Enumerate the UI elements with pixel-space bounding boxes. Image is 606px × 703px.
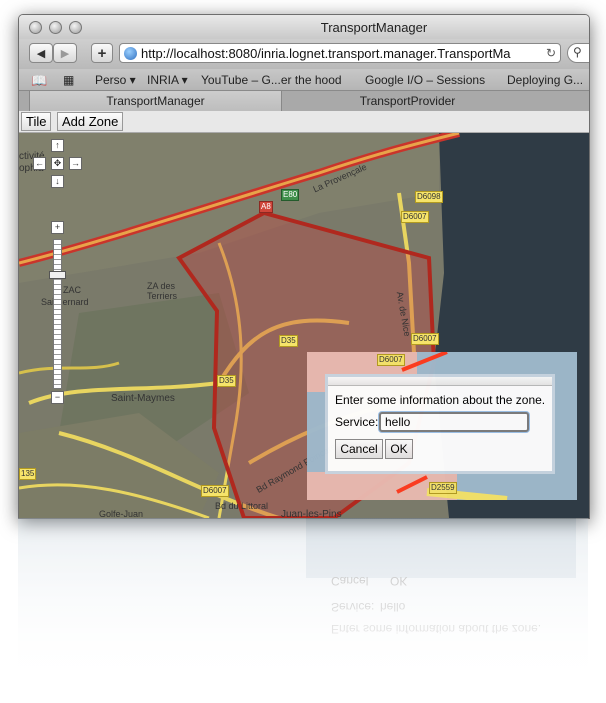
cancel-button[interactable]: Cancel <box>335 439 383 459</box>
forward-arrow-icon: ▶ <box>60 47 70 60</box>
search-field[interactable]: ⚲ <box>567 43 589 63</box>
pan-right-button[interactable]: → <box>69 157 82 170</box>
grid-icon[interactable]: ▦ <box>63 73 74 87</box>
road-d135: 135 <box>19 468 37 480</box>
map-label-golfe-juan: Golfe-Juan <box>99 509 144 518</box>
bookmarks-bar: 📖 ▦ Perso ▾ INRIA ▾ YouTube – G...er the… <box>19 69 589 91</box>
service-label: Service: <box>335 415 379 429</box>
zone-info-dialog: Enter some information about the zone. S… <box>325 374 555 474</box>
road-d6098: D6098 <box>415 191 443 203</box>
bookmark-perso[interactable]: Perso ▾ <box>95 73 136 87</box>
app-toolbar: Tile Add Zone <box>19 111 589 133</box>
road-d2559: D2559 <box>429 482 457 494</box>
ok-button[interactable]: OK <box>385 439 413 459</box>
add-bookmark-button[interactable]: + <box>91 43 113 63</box>
dialog-caption[interactable] <box>328 377 552 386</box>
road-d35-b: D35 <box>217 375 236 387</box>
zoom-slider-handle[interactable] <box>49 271 66 279</box>
road-d6007-c: D6007 <box>377 354 405 366</box>
arrow-right-icon: → <box>71 158 80 168</box>
globe-icon <box>124 46 137 60</box>
add-zone-button[interactable]: Add Zone <box>57 112 124 131</box>
pan-left-button[interactable]: ← <box>33 157 46 170</box>
tile-button[interactable]: Tile <box>21 112 52 131</box>
road-d6007-a: D6007 <box>401 211 429 223</box>
tab-transport-manager[interactable]: TransportManager <box>29 91 281 111</box>
reload-icon[interactable]: ↻ <box>546 46 556 60</box>
map-label-za-terriers: ZA des Terriers <box>147 281 178 301</box>
back-arrow-icon: ◀ <box>36 47 46 60</box>
browser-toolbar: ◀ ▶ + http://localhost:8080/inria.lognet… <box>19 39 589 69</box>
road-d6007-b: D6007 <box>411 333 439 345</box>
tab-transport-provider[interactable]: TransportProvider <box>281 91 533 111</box>
zone-info-dialog-overlay: D6007 D2559 Enter some information about… <box>307 352 577 500</box>
pan-down-button[interactable]: ↓ <box>51 175 64 188</box>
map-label-littoral: Bd du Littoral <box>215 501 269 511</box>
plus-icon: + <box>54 222 61 232</box>
url-text: http://localhost:8080/inria.lognet.trans… <box>141 45 511 61</box>
forward-button[interactable]: ▶ <box>53 43 77 63</box>
service-input[interactable] <box>379 412 529 432</box>
map-label-juan-les-pins: Juan-les-Pins <box>281 509 342 518</box>
bookmark-deploying[interactable]: Deploying G... <box>507 73 583 87</box>
bookmark-inria[interactable]: INRIA ▾ <box>147 73 188 87</box>
zoom-out-button[interactable]: − <box>51 391 64 404</box>
arrow-up-icon: ↑ <box>55 140 60 150</box>
bookmark-google-io[interactable]: Google I/O – Sessions <box>365 73 485 87</box>
map-label-saint-bernard: Sai Bernard <box>41 297 89 307</box>
zoom-in-button[interactable]: + <box>51 221 64 234</box>
tab-bar: TransportManager TransportProvider <box>19 91 589 111</box>
back-button[interactable]: ◀ <box>29 43 53 63</box>
arrow-down-icon: ↓ <box>55 176 60 186</box>
map-view[interactable]: ctivité ophia ZAC Sai Bernard ZA des Ter… <box>19 133 589 518</box>
pan-up-button[interactable]: ↑ <box>51 139 64 152</box>
pan-center-button[interactable]: ✥ <box>51 157 64 170</box>
road-d35: D35 <box>279 335 298 347</box>
minus-icon: − <box>54 392 61 402</box>
map-label-saint-maymes: Saint-Maymes <box>111 393 175 404</box>
url-bar[interactable]: http://localhost:8080/inria.lognet.trans… <box>119 43 561 63</box>
road-e80: E80 <box>281 189 300 201</box>
zoom-slider-track[interactable] <box>53 239 62 389</box>
plus-icon: + <box>97 44 107 62</box>
reflection-fade <box>18 518 588 703</box>
center-icon: ✥ <box>53 158 62 168</box>
dialog-message: Enter some information about the zone. <box>335 393 546 407</box>
map-label-zac: ZAC <box>63 285 81 295</box>
search-icon: ⚲ <box>573 45 582 59</box>
window-title: TransportManager <box>320 20 428 35</box>
road-a8: A8 <box>259 201 273 213</box>
road-d6007-d: D6007 <box>201 485 229 497</box>
arrow-left-icon: ← <box>35 158 44 168</box>
title-bar: TransportManager <box>19 15 589 39</box>
bookmark-youtube[interactable]: YouTube – G...er the hood <box>201 73 342 87</box>
browser-window: TransportManager ◀ ▶ + http://localhost:… <box>18 14 590 519</box>
open-book-icon[interactable]: 📖 <box>31 73 47 89</box>
